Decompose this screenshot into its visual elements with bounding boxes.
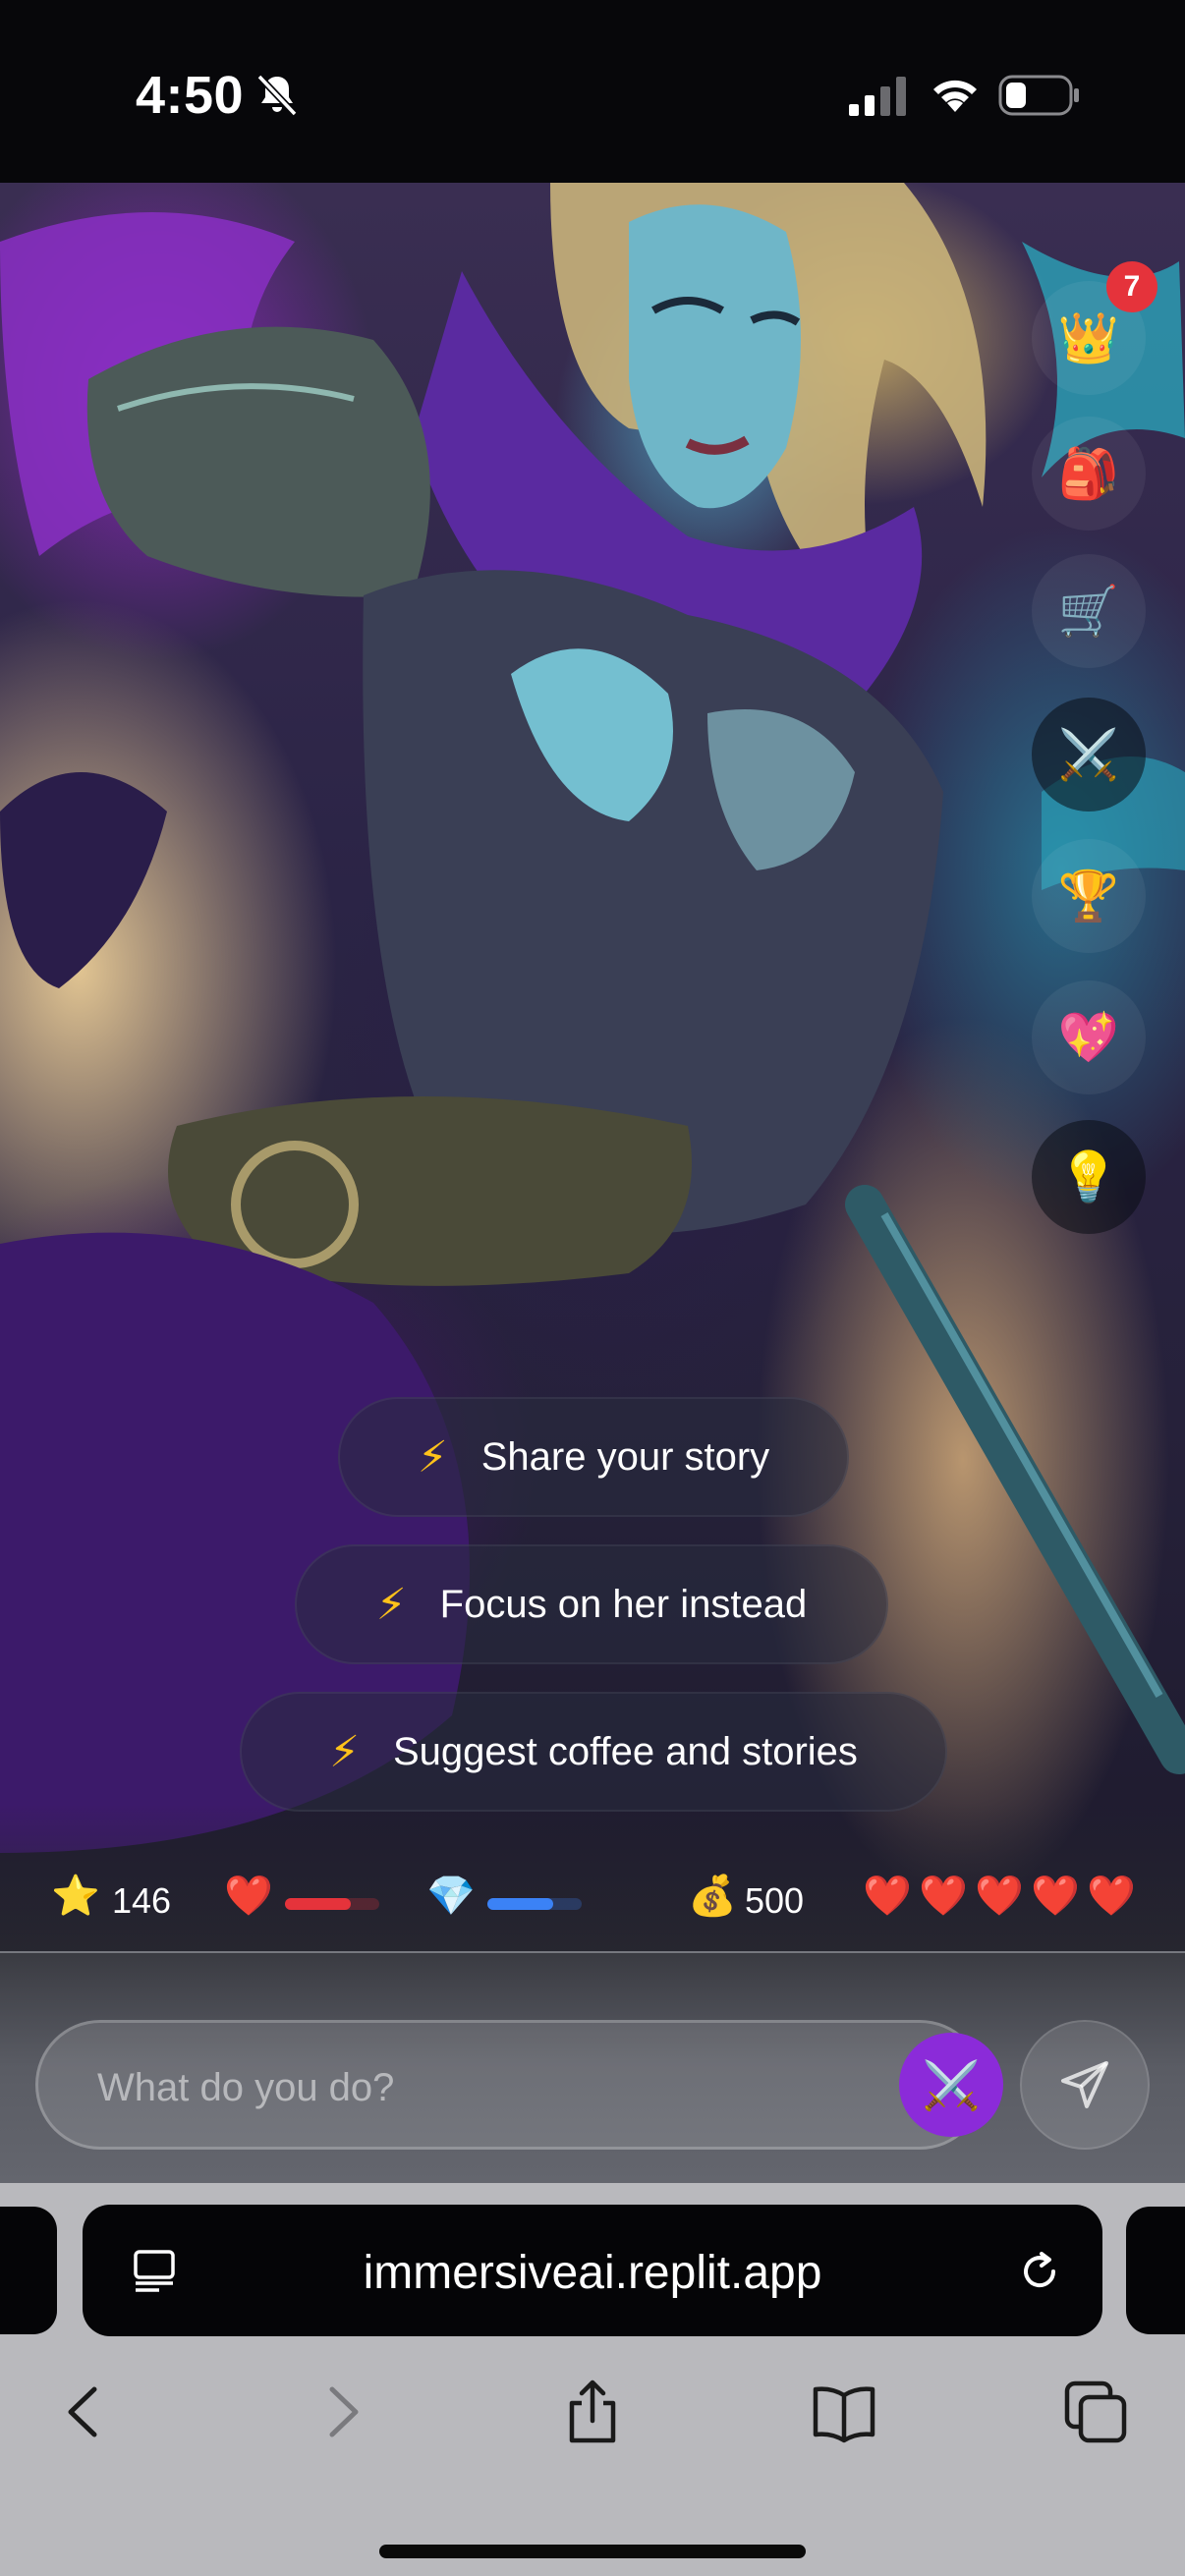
player-stats-bar: ⭐ 146 ❤️ 💎 💰 500 ❤️ ❤️ ❤️ ❤️ ❤️ xyxy=(0,1857,1185,1955)
life-heart-icon: ❤️ xyxy=(1087,1875,1136,1918)
back-chevron-icon[interactable] xyxy=(51,2378,120,2446)
action-input[interactable] xyxy=(97,2060,844,2115)
shop-cart-button[interactable]: 🛒 xyxy=(1032,554,1146,668)
battery-icon xyxy=(998,75,1079,116)
home-indicator xyxy=(379,2545,806,2558)
life-heart-icon: ❤️ xyxy=(863,1875,912,1918)
gem-icon: 💎 xyxy=(426,1875,476,1918)
money-bag-icon: 💰 xyxy=(688,1875,737,1918)
crossed-swords-icon: ⚔️ xyxy=(1057,727,1120,782)
character-artwork xyxy=(0,183,1185,1951)
backpack-button[interactable]: 🎒 xyxy=(1032,417,1146,531)
character-illustration xyxy=(0,183,1185,1853)
paper-plane-icon xyxy=(1061,2061,1108,2108)
combat-action-button[interactable]: ⚔️ xyxy=(899,2033,1003,2137)
bookmarks-book-icon[interactable] xyxy=(810,2378,878,2446)
lightning-icon: ⚡ xyxy=(329,1727,360,1776)
health-bar-fill xyxy=(285,1898,352,1910)
send-button[interactable] xyxy=(1020,2020,1150,2150)
reload-icon[interactable] xyxy=(1014,2246,1065,2297)
suggestion-share-story-button[interactable]: ⚡ Share your story xyxy=(338,1397,849,1517)
previous-tab-preview[interactable] xyxy=(0,2207,57,2334)
url-field[interactable]: immersiveai.replit.app xyxy=(83,2205,1102,2336)
backpack-icon: 🎒 xyxy=(1057,446,1120,501)
lightning-icon: ⚡ xyxy=(417,1432,448,1482)
trophy-icon: 🏆 xyxy=(1057,868,1120,924)
mana-bar-fill xyxy=(487,1898,554,1910)
suggestion-label: Focus on her instead xyxy=(439,1582,808,1626)
lightning-icon: ⚡ xyxy=(375,1580,407,1629)
xp-value: 146 xyxy=(112,1880,172,1921)
gold-value: 500 xyxy=(745,1880,805,1921)
wifi-icon xyxy=(933,80,977,112)
suggestion-coffee-stories-button[interactable]: ⚡ Suggest coffee and stories xyxy=(240,1692,947,1812)
status-bar: 4:50 xyxy=(0,0,1185,183)
tabs-icon[interactable] xyxy=(1061,2378,1130,2446)
life-heart-icon: ❤️ xyxy=(1031,1875,1080,1918)
life-heart-icon: ❤️ xyxy=(975,1875,1024,1918)
share-icon[interactable] xyxy=(558,2378,627,2446)
cart-icon: 🛒 xyxy=(1057,584,1120,639)
lightbulb-icon: 💡 xyxy=(1057,1149,1120,1204)
sparkling-heart-icon: 💖 xyxy=(1057,1010,1120,1065)
bell-slash-icon xyxy=(256,74,298,117)
app-screen: 4:50 👑 7 🎒 🛒 ⚔️ 🏆 💖 💡 ⚡ Share your story… xyxy=(0,0,1185,2576)
message-composer: ⚔️ xyxy=(0,1951,1185,2183)
life-heart-icon: ❤️ xyxy=(919,1875,968,1918)
browser-address-bar: immersiveai.replit.app xyxy=(0,2183,1185,2340)
suggestion-label: Suggest coffee and stories xyxy=(392,1729,858,1773)
crossed-swords-icon: ⚔️ xyxy=(922,2059,981,2112)
health-heart-icon: ❤️ xyxy=(224,1875,273,1918)
mana-bar xyxy=(487,1898,582,1910)
crown-icon: 👑 xyxy=(1057,310,1120,365)
status-time: 4:50 xyxy=(136,66,245,125)
forward-chevron-icon[interactable] xyxy=(307,2378,375,2446)
health-bar xyxy=(285,1898,379,1910)
trophy-button[interactable]: 🏆 xyxy=(1032,839,1146,953)
action-input-container: ⚔️ xyxy=(35,2020,1003,2150)
cellular-signal-icon xyxy=(849,77,906,116)
notification-badge: 7 xyxy=(1106,261,1157,312)
url-text: immersiveai.replit.app xyxy=(363,2247,822,2299)
hint-lightbulb-button[interactable]: 💡 xyxy=(1032,1120,1146,1234)
battle-button[interactable]: ⚔️ xyxy=(1032,698,1146,812)
next-tab-preview[interactable] xyxy=(1126,2207,1185,2334)
relationship-heart-button[interactable]: 💖 xyxy=(1032,980,1146,1094)
browser-toolbar xyxy=(0,2340,1185,2576)
star-icon: ⭐ xyxy=(51,1875,100,1918)
suggestion-focus-on-her-button[interactable]: ⚡ Focus on her instead xyxy=(295,1544,888,1664)
suggestion-label: Share your story xyxy=(480,1434,770,1479)
